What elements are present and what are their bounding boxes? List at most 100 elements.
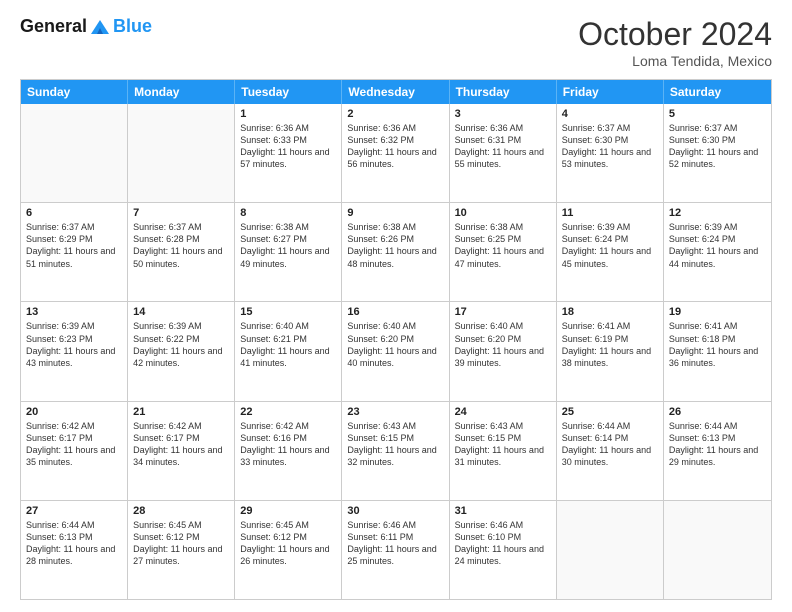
- cell-info: Sunrise: 6:38 AM Sunset: 6:26 PM Dayligh…: [347, 221, 443, 270]
- day-number: 12: [669, 207, 766, 219]
- day-cell-5: 5Sunrise: 6:37 AM Sunset: 6:30 PM Daylig…: [664, 104, 771, 202]
- cell-info: Sunrise: 6:44 AM Sunset: 6:13 PM Dayligh…: [26, 519, 122, 568]
- empty-cell: [21, 104, 128, 202]
- day-number: 21: [133, 406, 229, 418]
- day-number: 1: [240, 108, 336, 120]
- day-cell-29: 29 Sunrise: 6:45 AM Sunset: 6:12 PM Dayli…: [235, 501, 342, 599]
- day-number: 24: [455, 406, 551, 418]
- header: General Blue October 2024 Loma Tendida, …: [20, 16, 772, 69]
- calendar-row-1: 1 Sunrise: 6:36 AM Sunset: 6:33 PM Daylig…: [21, 104, 771, 202]
- day-number: 23: [347, 406, 443, 418]
- calendar: SundayMondayTuesdayWednesdayThursdayFrid…: [20, 79, 772, 600]
- cell-info: Sunrise: 6:42 AM Sunset: 6:17 PM Dayligh…: [133, 420, 229, 469]
- weekday-header-monday: Monday: [128, 80, 235, 104]
- cell-info: Sunrise: 6:37 AM Sunset: 6:29 PM Dayligh…: [26, 221, 122, 270]
- cell-info: Sunrise: 6:43 AM Sunset: 6:15 PM Dayligh…: [347, 420, 443, 469]
- day-cell-24: 24Sunrise: 6:43 AM Sunset: 6:15 PM Dayli…: [450, 402, 557, 500]
- day-number: 5: [669, 108, 766, 120]
- calendar-row-3: 13Sunrise: 6:39 AM Sunset: 6:23 PM Dayli…: [21, 301, 771, 400]
- cell-info: Sunrise: 6:36 AM Sunset: 6:32 PM Dayligh…: [347, 122, 443, 171]
- day-cell-15: 15 Sunrise: 6:40 AM Sunset: 6:21 PM Dayli…: [235, 302, 342, 400]
- day-number: 14: [133, 306, 229, 318]
- day-number: 27: [26, 505, 122, 517]
- day-number: 17: [455, 306, 551, 318]
- day-cell-8: 8 Sunrise: 6:38 AM Sunset: 6:27 PM Daylig…: [235, 203, 342, 301]
- day-cell-31: 31Sunrise: 6:46 AM Sunset: 6:10 PM Dayli…: [450, 501, 557, 599]
- cell-info: Sunrise: 6:39 AM Sunset: 6:22 PM Dayligh…: [133, 320, 229, 369]
- cell-info: Sunrise: 6:37 AM Sunset: 6:30 PM Dayligh…: [562, 122, 658, 171]
- day-cell-3: 3Sunrise: 6:36 AM Sunset: 6:31 PM Daylig…: [450, 104, 557, 202]
- day-number: 15: [240, 306, 336, 318]
- day-cell-16: 16Sunrise: 6:40 AM Sunset: 6:20 PM Dayli…: [342, 302, 449, 400]
- day-number: 10: [455, 207, 551, 219]
- day-cell-2: 2 Sunrise: 6:36 AM Sunset: 6:32 PM Daylig…: [342, 104, 449, 202]
- weekday-header-saturday: Saturday: [664, 80, 771, 104]
- cell-info: Sunrise: 6:41 AM Sunset: 6:18 PM Dayligh…: [669, 320, 766, 369]
- day-cell-14: 14 Sunrise: 6:39 AM Sunset: 6:22 PM Dayli…: [128, 302, 235, 400]
- cell-info: Sunrise: 6:40 AM Sunset: 6:20 PM Dayligh…: [455, 320, 551, 369]
- day-cell-22: 22 Sunrise: 6:42 AM Sunset: 6:16 PM Dayli…: [235, 402, 342, 500]
- cell-info: Sunrise: 6:45 AM Sunset: 6:12 PM Dayligh…: [240, 519, 336, 568]
- day-cell-28: 28Sunrise: 6:45 AM Sunset: 6:12 PM Dayli…: [128, 501, 235, 599]
- logo-blue: Blue: [113, 16, 152, 37]
- cell-info: Sunrise: 6:44 AM Sunset: 6:14 PM Dayligh…: [562, 420, 658, 469]
- day-number: 19: [669, 306, 766, 318]
- day-number: 13: [26, 306, 122, 318]
- day-number: 26: [669, 406, 766, 418]
- page: General Blue October 2024 Loma Tendida, …: [0, 0, 792, 612]
- day-cell-27: 27 Sunrise: 6:44 AM Sunset: 6:13 PM Dayli…: [21, 501, 128, 599]
- weekday-header-wednesday: Wednesday: [342, 80, 449, 104]
- weekday-header-friday: Friday: [557, 80, 664, 104]
- day-cell-11: 11 Sunrise: 6:39 AM Sunset: 6:24 PM Dayli…: [557, 203, 664, 301]
- logo: General Blue: [20, 16, 152, 37]
- day-number: 3: [455, 108, 551, 120]
- day-cell-21: 21 Sunrise: 6:42 AM Sunset: 6:17 PM Dayli…: [128, 402, 235, 500]
- calendar-row-5: 27 Sunrise: 6:44 AM Sunset: 6:13 PM Dayli…: [21, 500, 771, 599]
- day-number: 28: [133, 505, 229, 517]
- day-number: 18: [562, 306, 658, 318]
- logo-icon: [89, 18, 111, 36]
- calendar-row-2: 6 Sunrise: 6:37 AM Sunset: 6:29 PM Daylig…: [21, 202, 771, 301]
- day-number: 6: [26, 207, 122, 219]
- cell-info: Sunrise: 6:46 AM Sunset: 6:10 PM Dayligh…: [455, 519, 551, 568]
- empty-cell: [664, 501, 771, 599]
- day-cell-17: 17 Sunrise: 6:40 AM Sunset: 6:20 PM Dayli…: [450, 302, 557, 400]
- cell-info: Sunrise: 6:41 AM Sunset: 6:19 PM Dayligh…: [562, 320, 658, 369]
- cell-info: Sunrise: 6:36 AM Sunset: 6:33 PM Dayligh…: [240, 122, 336, 171]
- calendar-row-4: 20 Sunrise: 6:42 AM Sunset: 6:17 PM Dayli…: [21, 401, 771, 500]
- day-number: 11: [562, 207, 658, 219]
- day-number: 4: [562, 108, 658, 120]
- empty-cell: [128, 104, 235, 202]
- month-title: October 2024: [578, 16, 772, 53]
- day-number: 22: [240, 406, 336, 418]
- cell-info: Sunrise: 6:42 AM Sunset: 6:16 PM Dayligh…: [240, 420, 336, 469]
- cell-info: Sunrise: 6:39 AM Sunset: 6:24 PM Dayligh…: [562, 221, 658, 270]
- weekday-header-tuesday: Tuesday: [235, 80, 342, 104]
- day-number: 2: [347, 108, 443, 120]
- cell-info: Sunrise: 6:40 AM Sunset: 6:21 PM Dayligh…: [240, 320, 336, 369]
- day-cell-13: 13Sunrise: 6:39 AM Sunset: 6:23 PM Dayli…: [21, 302, 128, 400]
- cell-info: Sunrise: 6:39 AM Sunset: 6:24 PM Dayligh…: [669, 221, 766, 270]
- day-number: 30: [347, 505, 443, 517]
- day-number: 25: [562, 406, 658, 418]
- day-number: 20: [26, 406, 122, 418]
- day-cell-12: 12 Sunrise: 6:39 AM Sunset: 6:24 PM Dayli…: [664, 203, 771, 301]
- cell-info: Sunrise: 6:38 AM Sunset: 6:27 PM Dayligh…: [240, 221, 336, 270]
- calendar-body: 1 Sunrise: 6:36 AM Sunset: 6:33 PM Daylig…: [21, 104, 771, 599]
- day-cell-19: 19 Sunrise: 6:41 AM Sunset: 6:18 PM Dayli…: [664, 302, 771, 400]
- day-cell-9: 9 Sunrise: 6:38 AM Sunset: 6:26 PM Daylig…: [342, 203, 449, 301]
- day-cell-1: 1 Sunrise: 6:36 AM Sunset: 6:33 PM Daylig…: [235, 104, 342, 202]
- day-cell-26: 26 Sunrise: 6:44 AM Sunset: 6:13 PM Dayli…: [664, 402, 771, 500]
- day-cell-4: 4 Sunrise: 6:37 AM Sunset: 6:30 PM Daylig…: [557, 104, 664, 202]
- day-cell-10: 10Sunrise: 6:38 AM Sunset: 6:25 PM Dayli…: [450, 203, 557, 301]
- cell-info: Sunrise: 6:40 AM Sunset: 6:20 PM Dayligh…: [347, 320, 443, 369]
- day-cell-18: 18 Sunrise: 6:41 AM Sunset: 6:19 PM Dayli…: [557, 302, 664, 400]
- empty-cell: [557, 501, 664, 599]
- day-cell-23: 23 Sunrise: 6:43 AM Sunset: 6:15 PM Dayli…: [342, 402, 449, 500]
- cell-info: Sunrise: 6:44 AM Sunset: 6:13 PM Dayligh…: [669, 420, 766, 469]
- day-number: 29: [240, 505, 336, 517]
- day-cell-20: 20Sunrise: 6:42 AM Sunset: 6:17 PM Dayli…: [21, 402, 128, 500]
- weekday-header-sunday: Sunday: [21, 80, 128, 104]
- day-number: 9: [347, 207, 443, 219]
- day-number: 8: [240, 207, 336, 219]
